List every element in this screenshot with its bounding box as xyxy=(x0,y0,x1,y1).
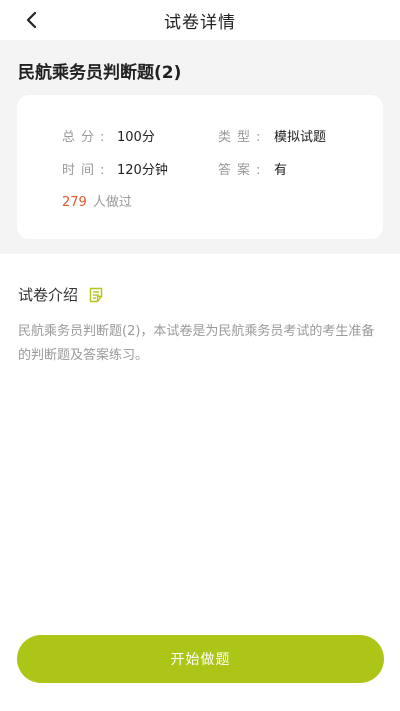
paper-info-card: 总分: 100分 类型: 模拟试题 时间: 120分钟 答案: 有 279 人做过 xyxy=(17,95,383,239)
takers-count: 279 xyxy=(62,195,87,210)
score-label: 总分: xyxy=(62,130,111,145)
time-label: 时间: xyxy=(62,163,111,178)
start-quiz-button[interactable]: 开始做题 xyxy=(17,635,384,683)
intro-text: 民航乘务员判断题(2)，本试卷是为民航乘务员考试的考生准备的判断题及答案练习。 xyxy=(18,324,375,363)
intro-heading: 试卷介绍 xyxy=(18,286,79,304)
score-value: 100分 xyxy=(117,130,155,145)
takers-suffix: 人做过 xyxy=(92,195,132,210)
takers-stat: 279 人做过 xyxy=(62,191,132,210)
type-label: 类型: xyxy=(218,130,267,145)
type-value: 模拟试题 xyxy=(274,130,327,145)
answer-value: 有 xyxy=(274,163,288,178)
time-value: 120分钟 xyxy=(117,163,168,178)
paper-detail-page: 试卷详情 民航乘务员判断题(2) 总分: 100分 类型: 模拟试题 时间: 1… xyxy=(0,0,400,711)
paper-title: 民航乘务员判断题(2) xyxy=(18,63,182,83)
answer-label: 答案: xyxy=(218,163,267,178)
intro-header: 试卷介绍 xyxy=(18,284,104,305)
page-title: 试卷详情 xyxy=(164,13,236,33)
document-note-icon xyxy=(89,287,103,302)
nav-bar: 试卷详情 xyxy=(0,0,400,40)
